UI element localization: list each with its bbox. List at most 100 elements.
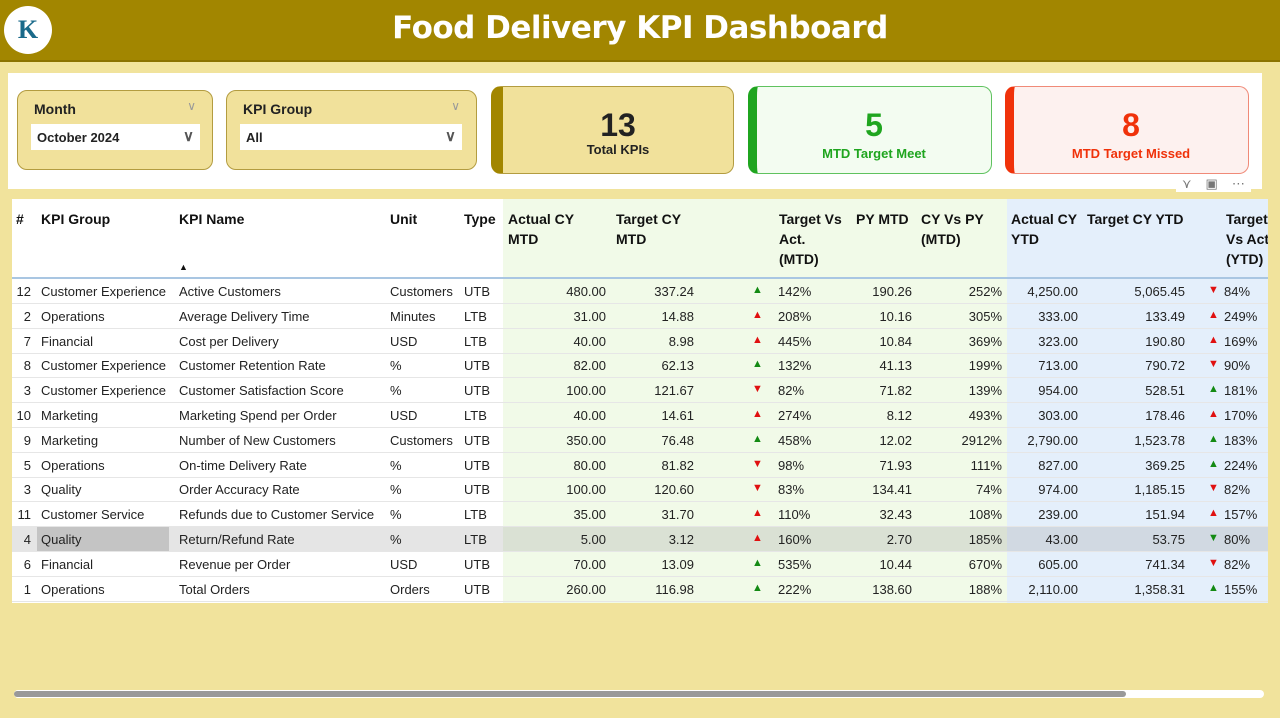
table-cell: 13.09 (661, 556, 694, 572)
table-cell: 142% (778, 284, 812, 299)
chevron-down-icon[interactable]: ∨ (187, 99, 196, 113)
table-row[interactable]: 8 Customer Experience Customer Retention R… (12, 353, 1268, 379)
table-cell: % (390, 532, 402, 547)
column-header[interactable]: Unit (390, 209, 462, 229)
table-cell: 535% (778, 556, 812, 572)
table-cell: Order Accuracy Rate (179, 482, 300, 498)
table-cell: 4,250.00 (1027, 284, 1078, 299)
table-cell: 190.80 (1145, 333, 1185, 349)
table-cell: 1,185.15 (1134, 482, 1185, 498)
chevron-down-icon[interactable]: ∨ (451, 99, 460, 113)
table-cell: Operations (41, 308, 105, 324)
table-cell: 157% (1224, 507, 1258, 523)
table-row[interactable]: 2 Operations Average Delivery Time Minutes L… (12, 304, 1268, 329)
column-header[interactable]: CY Vs PY (MTD) (921, 209, 1006, 249)
column-header[interactable]: PY MTD (856, 209, 916, 229)
table-row[interactable]: 10 Marketing Marketing Spend per Order USD L… (12, 403, 1268, 428)
table-row[interactable]: 3 Customer Experience Customer Satisfactio… (12, 378, 1268, 404)
table-cell: Operations (41, 581, 105, 597)
table-cell: UTB (464, 383, 490, 399)
table-cell: USD (390, 333, 418, 349)
table-cell: 605.00 (1038, 556, 1078, 572)
triangle-down-icon: ▼ (752, 482, 763, 495)
table-cell: 303.00 (1038, 408, 1078, 423)
table-cell: 670% (968, 556, 1002, 572)
table-cell: 350.00 (566, 432, 606, 448)
table-cell: 954.00 (1038, 383, 1078, 399)
table-cell: LTB (464, 308, 487, 324)
table-cell: 98% (778, 457, 805, 473)
table-cell: 12.02 (879, 432, 912, 448)
triangle-down-icon: ▼ (1208, 284, 1219, 296)
month-dropdown[interactable]: October 2024 ∨ (31, 124, 200, 150)
table-row[interactable]: 5 Operations On-time Delivery Rate% UTB 80.0… (12, 453, 1268, 478)
visual-header: ⋎ ▣ ⋯ (1176, 176, 1251, 192)
mtd-missed-label: MTD Target Missed (1071, 146, 1191, 161)
table-cell: Customers (390, 432, 453, 448)
triangle-down-icon: ▼ (1208, 482, 1219, 495)
table-cell: 81.82 (661, 457, 694, 473)
triangle-up-icon: ▲ (1208, 408, 1219, 420)
table-cell: 14.88 (661, 308, 694, 324)
month-label: Month (34, 101, 76, 117)
table-cell: LTB (464, 333, 487, 349)
column-header[interactable]: Actual CY MTD (508, 209, 606, 249)
table-cell: 5 (23, 457, 31, 473)
table-row[interactable]: 11 Customer Service Refunds due to Custome… (12, 502, 1268, 528)
table-row[interactable]: 7 Financial Cost per Delivery USD LTB 40.00 8.… (12, 329, 1268, 354)
table-cell: 84% (1224, 284, 1251, 299)
table-cell: 82.00 (573, 358, 606, 374)
table-row[interactable]: 9 Marketing Number of New Customers Custome… (12, 428, 1268, 453)
mtd-target-missed-card: 8 MTD Target Missed (1005, 86, 1249, 174)
column-header[interactable]: KPI Name (179, 209, 389, 229)
table-cell: Average Delivery Time (179, 308, 310, 324)
table-cell: 32.43 (879, 507, 912, 523)
table-row[interactable]: 1 Operations Total Orders Orders UTB 260.00 11… (12, 577, 1268, 602)
table-row[interactable]: 12 Customer Experience Active Customers Cus… (12, 279, 1268, 304)
focus-mode-icon[interactable]: ▣ (1206, 176, 1218, 192)
table-cell: 239.00 (1038, 507, 1078, 523)
table-cell: % (390, 507, 402, 523)
column-header[interactable]: # (16, 209, 38, 229)
table-row[interactable]: 4 Quality Return/Refund Rate% LTB 5.00 3.12 ▲ 1… (12, 527, 1268, 552)
table-cell: Number of New Customers (179, 432, 336, 448)
table-cell: UTB (464, 284, 490, 299)
table-cell: 76.48 (661, 432, 694, 448)
scrollbar-thumb[interactable] (14, 691, 1126, 697)
table-cell: 3.12 (668, 532, 694, 547)
column-header[interactable]: Type (464, 209, 504, 229)
table-cell: Operations (41, 457, 105, 473)
column-header[interactable]: Target CY MTD (616, 209, 701, 249)
table-cell: 199% (968, 358, 1002, 374)
table-cell: Cost per Delivery (179, 333, 279, 349)
triangle-down-icon: ▼ (1208, 358, 1219, 371)
column-header[interactable]: Target CY YTD (1087, 209, 1197, 229)
table-cell: UTB (464, 581, 490, 597)
table-cell: 134.41 (872, 482, 912, 498)
table-cell: 80% (1224, 532, 1251, 547)
table-cell: 222% (778, 581, 812, 597)
table-cell: 62.13 (661, 358, 694, 374)
filter-icon[interactable]: ⋎ (1182, 176, 1192, 192)
column-header[interactable]: Target Vs Act. (MTD) (779, 209, 847, 269)
kpi-group-dropdown[interactable]: All ∨ (240, 124, 462, 150)
table-cell: UTB (464, 457, 490, 473)
table-cell: 208% (778, 308, 812, 324)
triangle-up-icon: ▲ (1208, 457, 1219, 470)
table-cell: Total Orders (179, 581, 250, 597)
table-row[interactable]: 3 Quality Order Accuracy Rate% UTB 100.00 120… (12, 477, 1268, 503)
table-cell: 10.16 (879, 308, 912, 324)
table-cell: 31.00 (573, 308, 606, 324)
column-header[interactable]: Actual CY YTD (1011, 209, 1081, 249)
horizontal-scrollbar[interactable] (14, 690, 1264, 698)
table-cell: Minutes (390, 308, 436, 324)
table-cell: UTB (464, 358, 490, 374)
column-header[interactable]: KPI Group (41, 209, 176, 229)
table-cell: 83% (778, 482, 805, 498)
table-row[interactable]: 6 Financial Revenue per Order USD UTB 70.00 13… (12, 552, 1268, 577)
table-cell: 82% (1224, 556, 1251, 572)
more-options-icon[interactable]: ⋯ (1232, 176, 1245, 192)
total-kpis-card: 13 Total KPIs (491, 86, 734, 174)
table-cell: 2.70 (886, 532, 912, 547)
column-header[interactable]: Target Vs Act. (YTD) (1226, 209, 1268, 269)
